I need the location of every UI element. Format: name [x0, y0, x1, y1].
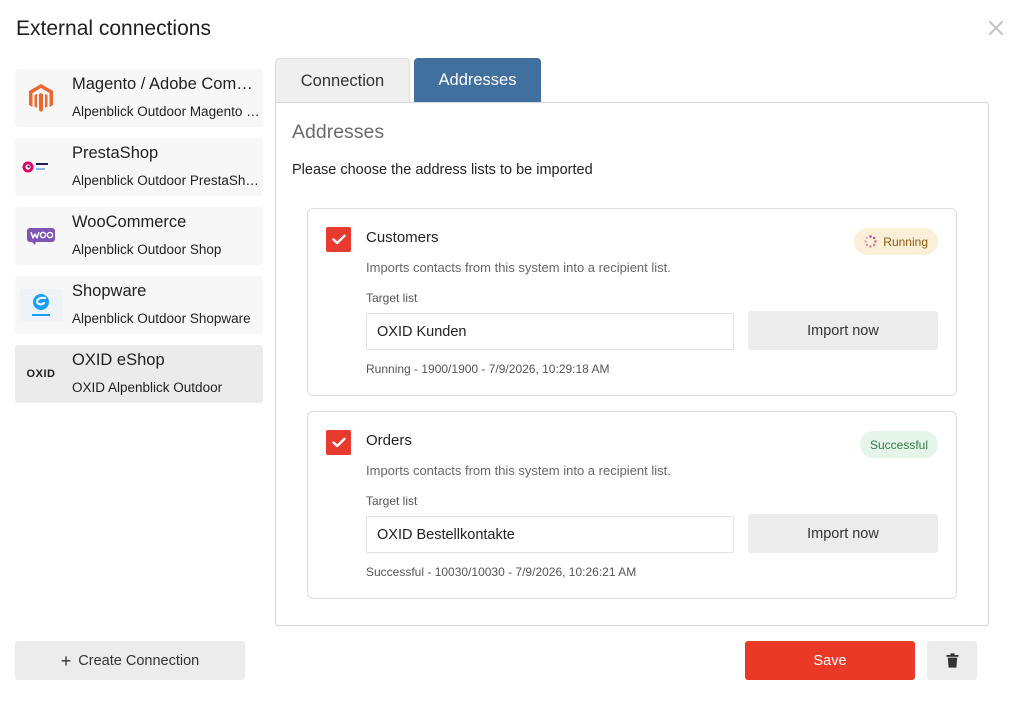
connection-name: WooCommerce — [72, 213, 187, 231]
customers-target-list-input[interactable] — [366, 313, 734, 350]
connection-subtitle: Alpenblick Outdoor Shop — [72, 242, 222, 257]
dialog-title: External connections — [16, 17, 211, 40]
card-description: Imports contacts from this system into a… — [366, 463, 671, 478]
close-icon[interactable] — [987, 19, 1005, 37]
connection-name: OXID eShop — [72, 351, 165, 369]
check-icon — [331, 437, 346, 448]
status-badge-successful: Successful — [859, 431, 938, 458]
create-connection-label: Create Connection — [78, 652, 200, 669]
badge-label: Running — [883, 234, 928, 249]
connection-subtitle: Alpenblick Outdoor Magento Store — [72, 104, 260, 119]
orders-import-now-button[interactable]: Import now — [748, 514, 938, 553]
trash-icon — [946, 653, 958, 668]
connection-subtitle: Alpenblick Outdoor Shopware — [72, 311, 251, 326]
external-connections-dialog: External connections Magento / Adobe Com… — [0, 0, 1022, 710]
delete-button[interactable] — [927, 641, 977, 680]
card-title: Orders — [366, 432, 412, 449]
woocommerce-logo-icon — [20, 216, 62, 256]
connection-name: Magento / Adobe Commerce — [72, 75, 258, 93]
connection-item-oxid[interactable]: OXID OXID eShop OXID Alpenblick Outdoor — [15, 345, 263, 403]
check-icon — [331, 234, 346, 245]
save-button[interactable]: Save — [745, 641, 915, 680]
connection-name: Shopware — [72, 282, 147, 300]
prestashop-logo-icon — [20, 147, 62, 187]
customers-import-now-button[interactable]: Import now — [748, 311, 938, 350]
connection-item-prestashop[interactable]: PrestaShop Alpenblick Outdoor PrestaShop — [15, 138, 263, 196]
spinner-icon — [864, 235, 877, 248]
import-status-text: Successful - 10030/10030 - 7/9/2026, 10:… — [366, 565, 637, 579]
target-list-label: Target list — [366, 494, 418, 508]
oxid-logo-text: OXID — [26, 368, 56, 380]
connection-name: PrestaShop — [72, 144, 159, 162]
orders-checkbox[interactable] — [326, 430, 351, 455]
shopware-logo-icon — [20, 285, 62, 325]
connection-subtitle: Alpenblick Outdoor PrestaShop — [72, 173, 260, 188]
magento-logo-icon — [20, 78, 62, 118]
connection-subtitle: OXID Alpenblick Outdoor — [72, 380, 223, 395]
tab-addresses[interactable]: Addresses — [414, 58, 541, 103]
orders-target-list-input[interactable] — [366, 516, 734, 553]
address-list-card-customers: Customers Imports contacts from this sys… — [307, 208, 957, 396]
badge-label: Successful — [869, 437, 928, 452]
target-list-label: Target list — [366, 291, 418, 305]
address-list-card-orders: Orders Imports contacts from this system… — [307, 411, 957, 599]
card-title: Customers — [366, 229, 439, 246]
card-description: Imports contacts from this system into a… — [366, 260, 671, 275]
tab-connection[interactable]: Connection — [275, 58, 410, 103]
import-status-text: Running - 1900/1900 - 7/9/2026, 10:29:18… — [366, 362, 610, 376]
plus-icon: + — [60, 650, 72, 671]
create-connection-button[interactable]: + Create Connection — [15, 641, 245, 680]
status-badge-running: Running — [854, 228, 938, 255]
connection-item-woocommerce[interactable]: WooCommerce Alpenblick Outdoor Shop — [15, 207, 263, 265]
panel-description: Please choose the address lists to be im… — [292, 162, 593, 178]
addresses-panel: Addresses Please choose the address list… — [275, 102, 989, 626]
connection-list: Magento / Adobe Commerce Alpenblick Outd… — [15, 69, 263, 414]
connection-item-shopware[interactable]: Shopware Alpenblick Outdoor Shopware — [15, 276, 263, 334]
customers-checkbox[interactable] — [326, 227, 351, 252]
connection-item-magento[interactable]: Magento / Adobe Commerce Alpenblick Outd… — [15, 69, 263, 127]
panel-title: Addresses — [292, 121, 385, 143]
oxid-logo-icon: OXID — [20, 354, 62, 394]
